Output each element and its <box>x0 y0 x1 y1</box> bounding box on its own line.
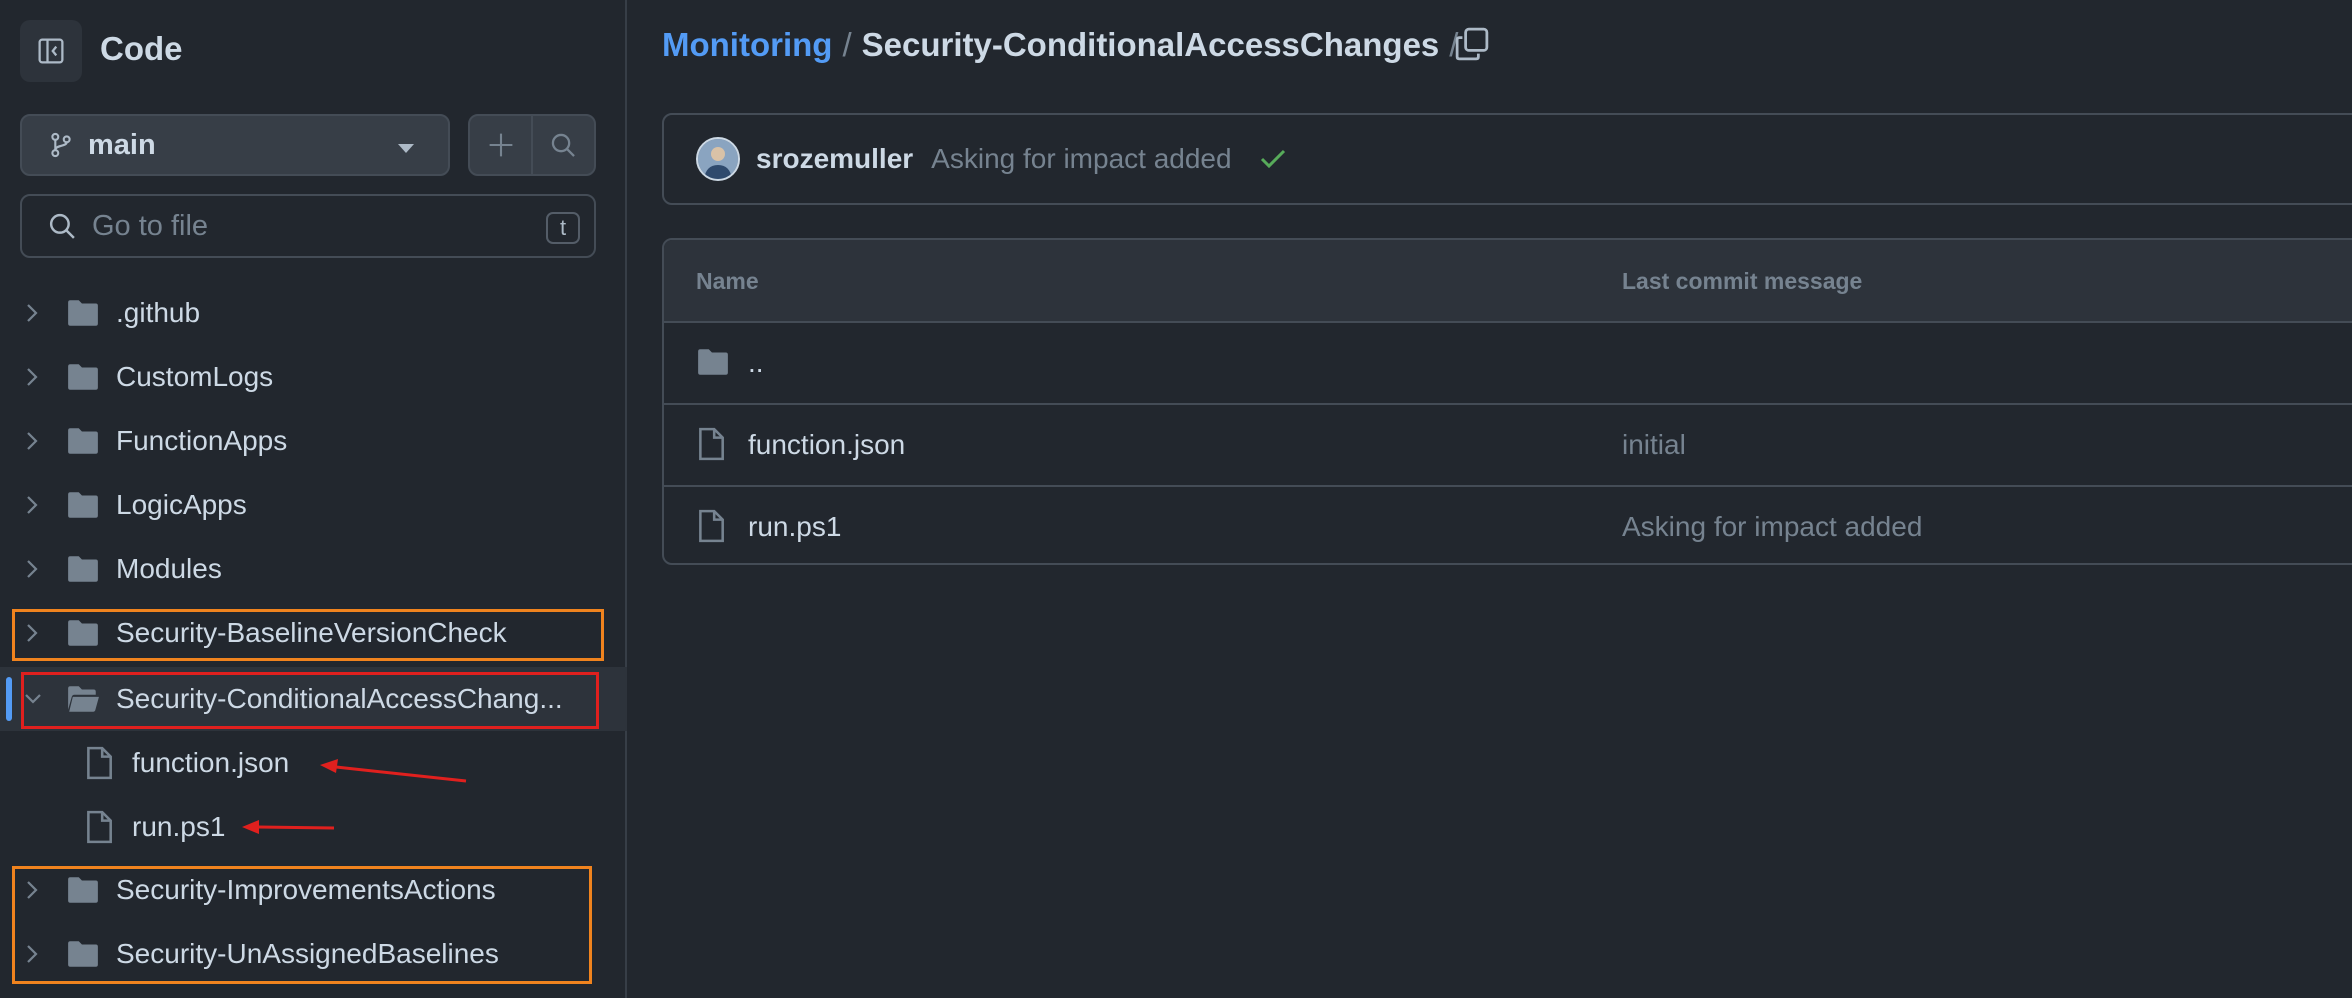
table-header: Name Last commit message <box>664 240 2352 323</box>
column-header-last-commit: Last commit message <box>1622 268 1863 294</box>
breadcrumb-repo-link[interactable]: Monitoring <box>662 26 832 64</box>
folder-icon <box>698 349 728 375</box>
annotation-arrows <box>242 759 467 834</box>
breadcrumb: Monitoring / Security-ConditionalAccessC… <box>662 26 1458 64</box>
annotation-arrow <box>257 825 335 830</box>
avatar[interactable] <box>696 137 740 181</box>
file-table: Name Last commit message .. function.jso… <box>662 238 2352 565</box>
file-tree-sidebar: Code main Go to file t .github CustomLog… <box>0 0 627 998</box>
annotation-arrowhead <box>242 820 259 834</box>
file-icon <box>699 509 724 543</box>
table-row[interactable]: run.ps1 Asking for impact added <box>664 487 2352 563</box>
table-row[interactable]: function.json initial <box>664 405 2352 487</box>
file-name-link[interactable]: function.json <box>748 429 905 461</box>
commit-message-link[interactable]: initial <box>1622 429 1686 461</box>
copy-icon <box>1455 27 1489 61</box>
latest-commit-bar: srozemuller Asking for impact added <box>662 113 2352 205</box>
file-icon <box>699 427 724 461</box>
parent-directory-link[interactable]: .. <box>748 347 764 379</box>
table-row-parent-directory[interactable]: .. <box>664 323 2352 405</box>
annotation-arrow <box>335 765 467 783</box>
file-name-link[interactable]: run.ps1 <box>748 511 841 543</box>
breadcrumb-separator: / <box>842 26 852 63</box>
breadcrumb-current-folder: Security-ConditionalAccessChanges <box>861 26 1440 63</box>
copy-path-button[interactable] <box>1455 26 1489 62</box>
success-check-icon[interactable] <box>1260 149 1286 169</box>
main-content: Monitoring / Security-ConditionalAccessC… <box>629 0 2352 998</box>
commit-message-link[interactable]: Asking for impact added <box>1622 511 1922 543</box>
column-header-name: Name <box>696 268 759 294</box>
user-avatar-icon <box>698 139 738 179</box>
commit-message[interactable]: Asking for impact added <box>931 143 1231 175</box>
annotation-arrowhead <box>320 759 338 773</box>
commit-author[interactable]: srozemuller <box>756 143 913 175</box>
